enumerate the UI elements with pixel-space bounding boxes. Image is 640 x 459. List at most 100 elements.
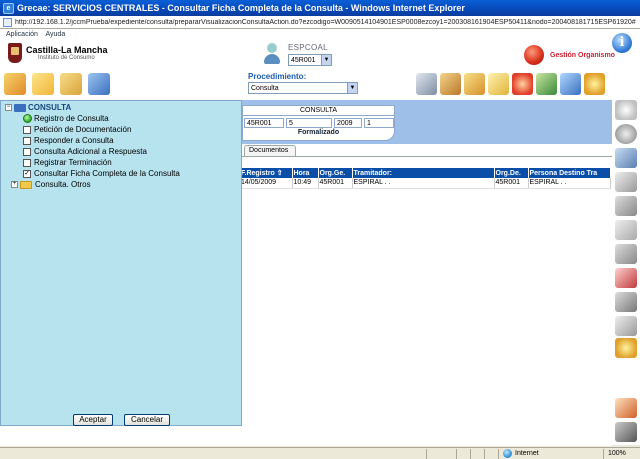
back-icon[interactable] [615,124,637,144]
consulta-estado: Formalizado [297,129,340,136]
status-seg [456,448,470,459]
gestion-organismo[interactable]: Gestión Organismo [524,45,615,65]
attachment-icon[interactable] [615,268,637,288]
search-icon[interactable] [536,73,557,95]
chevron-down-icon[interactable]: ▼ [321,55,331,65]
books-icon[interactable] [440,73,461,95]
settings-gear-icon[interactable] [584,73,605,95]
exit-icon[interactable] [615,422,637,442]
edit-icon[interactable] [615,220,637,240]
status-seg [470,448,484,459]
checkbox[interactable] [23,136,31,145]
magnifier-icon[interactable] [615,100,637,120]
tree-item-adicional[interactable]: Consulta Adicional a Respuesta [23,146,180,157]
user-select-value: 45R001 [291,56,316,64]
tab-divider [240,156,612,157]
cancel-button[interactable]: Cancelar [124,414,170,426]
zoom-level[interactable]: 100% [604,450,640,457]
tools-icon[interactable] [615,398,637,418]
checkbox[interactable] [23,125,31,134]
tree-subfolder-label: Consulta. Otros [35,180,91,189]
folder-icon [20,180,32,189]
tree-list: Registro de Consulta Petición de Documen… [23,113,180,179]
tree-item-label: Petición de Documentación [34,125,132,134]
tree-item-label: Consulta Adicional a Respuesta [34,147,147,156]
col-tramitador[interactable]: Tramitador: [352,168,495,178]
tree-item-label: Registrar Terminación [34,158,112,167]
col-persona-destino[interactable]: Persona Destino Tra [528,168,611,178]
info-icon[interactable]: i [612,33,632,53]
address-bar[interactable]: http://192.168.1.2/jccmPrueba/expediente… [0,16,640,29]
tab-documentos[interactable]: Documentos [244,145,296,156]
tree-subfolder[interactable]: + Consulta. Otros [11,180,91,189]
cell-persona-destino: ESPIRAL . . [528,178,611,189]
cell-hora: 10:49 [292,178,319,189]
ie-icon: e [3,2,14,14]
col-orgde[interactable]: Org.De. [494,168,529,178]
cell-tramitador: ESPIRAL . . [352,178,495,189]
checkbox-checked[interactable]: ✓ [23,169,31,178]
tree-item-terminacion[interactable]: Registrar Terminación [23,157,180,168]
checkbox[interactable] [23,147,31,156]
menu-ayuda[interactable]: Ayuda [45,31,65,38]
status-bar: Internet 100% [0,447,640,459]
globe-icon [503,449,512,458]
computer-icon[interactable] [88,73,110,95]
expand-icon[interactable]: + [11,181,18,188]
consulta-icon[interactable] [4,73,26,95]
consulta-header: CONSULTA [243,106,394,116]
consulta-cell-organismo: 45R001 [244,118,284,128]
browser-window: e Grecae: SERVICIOS CENTRALES - Consulta… [0,0,640,459]
tools-icon[interactable] [560,73,581,95]
app-header: Aplicación Ayuda Castilla-La Mancha Inst… [0,29,640,100]
tree-item-responder[interactable]: Responder a Consulta [23,135,180,146]
url-text[interactable]: http://192.168.1.2/jccmPrueba/expediente… [15,19,640,26]
right-toolbar [416,73,605,95]
col-orgge[interactable]: Org.Ge. [318,168,353,178]
checkbox[interactable] [23,158,31,167]
tree-item-ficha-completa[interactable]: ✓ Consultar Ficha Completa de la Consult… [23,168,180,179]
disk-icon[interactable] [615,196,637,216]
menu-aplicacion[interactable]: Aplicación [6,31,38,38]
cell-orgge: 45R001 [318,178,353,189]
gestion-label: Gestión Organismo [550,51,615,59]
table-header-row: F.Registro ⇧ Hora Org.Ge. Tramitador: Or… [240,168,611,178]
sort-icon[interactable]: ⇧ [277,170,283,177]
gear-icon[interactable] [615,338,637,358]
tree-item-peticion[interactable]: Petición de Documentación [23,124,180,135]
consulta-cell-numero: 5 [286,118,332,128]
layers-icon[interactable] [615,148,637,168]
tree-item-registro[interactable]: Registro de Consulta [23,113,180,124]
laptop-icon[interactable] [416,73,437,95]
procedure-select[interactable]: Consulta ▼ [248,82,358,94]
consulta-cell-anio: 2009 [334,118,362,128]
table-row[interactable]: 14/05/2009 10:49 45R001 ESPIRAL . . 45R0… [240,178,611,189]
coat-of-arms-icon [8,43,22,63]
accept-button[interactable]: Aceptar [73,414,113,426]
vertical-toolbar [612,100,640,445]
stack-icon[interactable] [615,172,637,192]
consulta-summary: CONSULTA 45R001 5 2009 1 Formalizado [242,105,395,141]
procedure-select-value: Consulta [251,84,279,92]
archive-icon[interactable] [464,73,485,95]
page-icon [3,17,12,27]
printer-icon[interactable] [615,292,637,312]
tree-panel: − CONSULTA Registro de Consulta Petición… [0,100,242,426]
collapse-icon[interactable]: − [5,104,12,111]
chevron-down-icon[interactable]: ▼ [347,83,357,93]
globe-icon[interactable] [512,73,533,95]
font-icon[interactable] [615,316,637,336]
col-hora[interactable]: Hora [292,168,319,178]
radio-selected-icon[interactable] [23,114,32,123]
folder-people-icon[interactable] [32,73,54,95]
status-seg [484,448,498,459]
horizontal-scroll-area[interactable] [0,426,612,446]
tree-root[interactable]: − CONSULTA [5,103,71,112]
user-select[interactable]: 45R001 ▼ [288,54,332,66]
tree-item-label: Registro de Consulta [34,114,109,123]
document-icon[interactable] [615,244,637,264]
envelope-icon[interactable] [488,73,509,95]
col-fregistro[interactable]: F.Registro ⇧ [240,168,293,178]
org-name: Castilla-La Mancha [26,45,108,55]
folder-icon[interactable] [60,73,82,95]
